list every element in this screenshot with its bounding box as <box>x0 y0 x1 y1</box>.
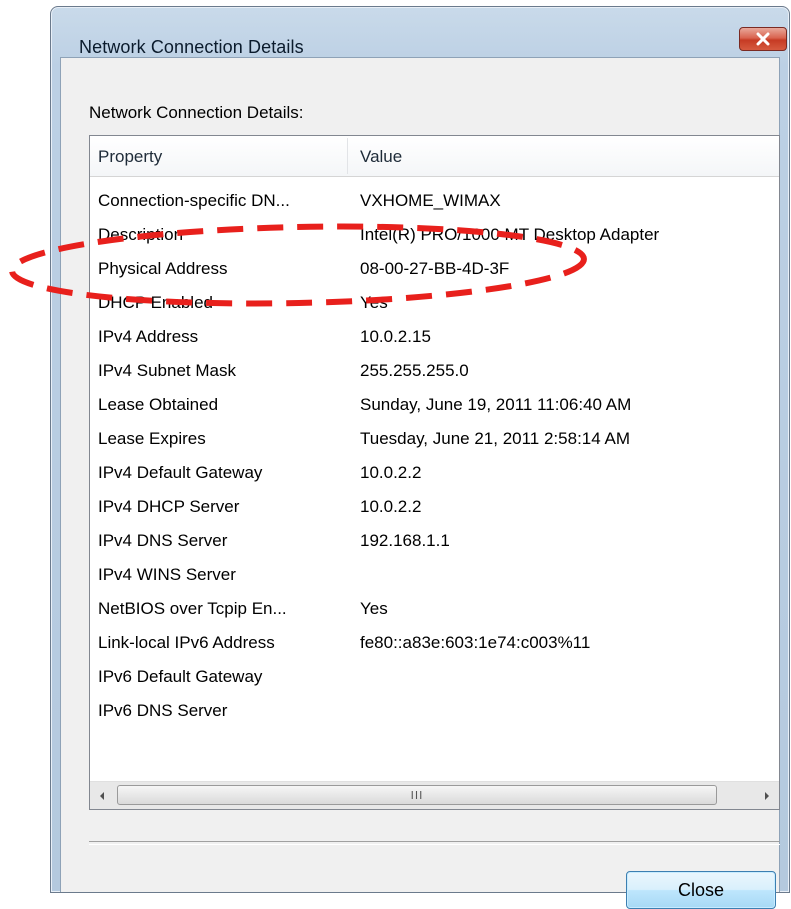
window-close-button[interactable] <box>739 27 787 51</box>
table-row[interactable]: Lease Obtained Sunday, June 19, 2011 11:0… <box>90 389 779 423</box>
column-header-property[interactable]: Property <box>98 147 162 167</box>
table-row[interactable]: IPv4 DHCP Server 10.0.2.2 <box>90 491 779 525</box>
table-row[interactable]: Link-local IPv6 Address fe80::a83e:603:1e… <box>90 627 779 661</box>
value-cell: 192.168.1.1 <box>360 531 450 550</box>
table-row[interactable]: IPv4 Default Gateway 10.0.2.2 <box>90 457 779 491</box>
arrow-right-icon <box>765 791 769 800</box>
table-row[interactable]: Description Intel(R) PRO/1000 MT Desktop … <box>90 219 779 253</box>
scrollbar-thumb[interactable]: III <box>117 785 717 805</box>
property-cell: DHCP Enabled <box>98 293 213 312</box>
table-row[interactable]: Connection-specific DN... VXHOME_WIMAX <box>90 185 779 219</box>
property-cell: IPv6 Default Gateway <box>98 667 263 686</box>
table-row[interactable]: IPv4 DNS Server 192.168.1.1 <box>90 525 779 559</box>
column-header-value[interactable]: Value <box>360 147 402 167</box>
property-cell: IPv4 WINS Server <box>98 565 236 584</box>
property-cell: Link-local IPv6 Address <box>98 633 275 652</box>
horizontal-scrollbar[interactable]: III <box>90 781 779 809</box>
table-row[interactable]: IPv4 WINS Server <box>90 559 779 593</box>
value-cell: Tuesday, June 21, 2011 2:58:14 AM <box>360 429 630 448</box>
details-label: Network Connection Details: <box>89 103 304 122</box>
value-cell: Sunday, June 19, 2011 11:06:40 AM <box>360 395 632 414</box>
property-cell: IPv4 DNS Server <box>98 531 228 550</box>
property-cell: Physical Address <box>98 259 228 278</box>
table-row[interactable]: Physical Address 08-00-27-BB-4D-3F <box>90 253 779 287</box>
list-rows: Connection-specific DN... VXHOME_WIMAX De… <box>90 185 779 729</box>
value-cell: 255.255.255.0 <box>360 361 469 380</box>
table-row[interactable]: IPv4 Subnet Mask 255.255.255.0 <box>90 355 779 389</box>
value-cell: 10.0.2.2 <box>360 463 422 482</box>
value-cell: fe80::a83e:603:1e74:c003%11 <box>360 633 591 652</box>
table-row[interactable]: DHCP Enabled Yes <box>90 287 779 321</box>
dialog-window: Network Connection Details Network Conne… <box>50 6 790 909</box>
details-list[interactable]: Property Value Connection-specific DN...… <box>89 135 780 810</box>
value-cell: 10.0.2.2 <box>360 497 422 516</box>
property-cell: Lease Expires <box>98 429 206 448</box>
window-title: Network Connection Details <box>79 37 304 57</box>
property-cell: IPv4 Subnet Mask <box>98 361 236 380</box>
property-cell: IPv4 Address <box>98 327 199 346</box>
property-cell: NetBIOS over Tcpip En... <box>98 599 287 618</box>
close-button[interactable]: Close <box>626 871 776 909</box>
table-row[interactable]: IPv6 Default Gateway <box>90 661 779 695</box>
value-cell: 10.0.2.15 <box>360 327 431 346</box>
table-row[interactable]: IPv4 Address 10.0.2.15 <box>90 321 779 355</box>
property-cell: Description <box>98 225 184 244</box>
grip-icon: III <box>410 788 424 802</box>
value-cell: Yes <box>360 599 388 618</box>
scroll-right-button[interactable] <box>755 782 779 809</box>
property-cell: IPv4 Default Gateway <box>98 463 263 482</box>
list-header: Property Value <box>90 136 779 177</box>
table-row[interactable]: IPv6 DNS Server <box>90 695 779 729</box>
dialog-client-area: Network Connection Details: Property Val… <box>60 57 780 909</box>
table-row[interactable]: NetBIOS over Tcpip En... Yes <box>90 593 779 627</box>
table-row[interactable]: Lease Expires Tuesday, June 21, 2011 2:58… <box>90 423 779 457</box>
close-icon <box>756 32 770 46</box>
value-cell: Yes <box>360 293 388 312</box>
column-separator[interactable] <box>347 138 348 174</box>
scroll-left-button[interactable] <box>90 782 114 809</box>
value-cell: VXHOME_WIMAX <box>360 191 501 210</box>
property-cell: Lease Obtained <box>98 395 219 414</box>
value-cell: 08-00-27-BB-4D-3F <box>360 259 510 278</box>
value-cell: Intel(R) PRO/1000 MT Desktop Adapter <box>360 225 660 244</box>
property-cell: IPv6 DNS Server <box>98 701 228 720</box>
arrow-left-icon <box>100 791 104 800</box>
property-cell: Connection-specific DN... <box>98 191 290 210</box>
separator-line <box>89 841 780 845</box>
property-cell: IPv4 DHCP Server <box>98 497 240 516</box>
